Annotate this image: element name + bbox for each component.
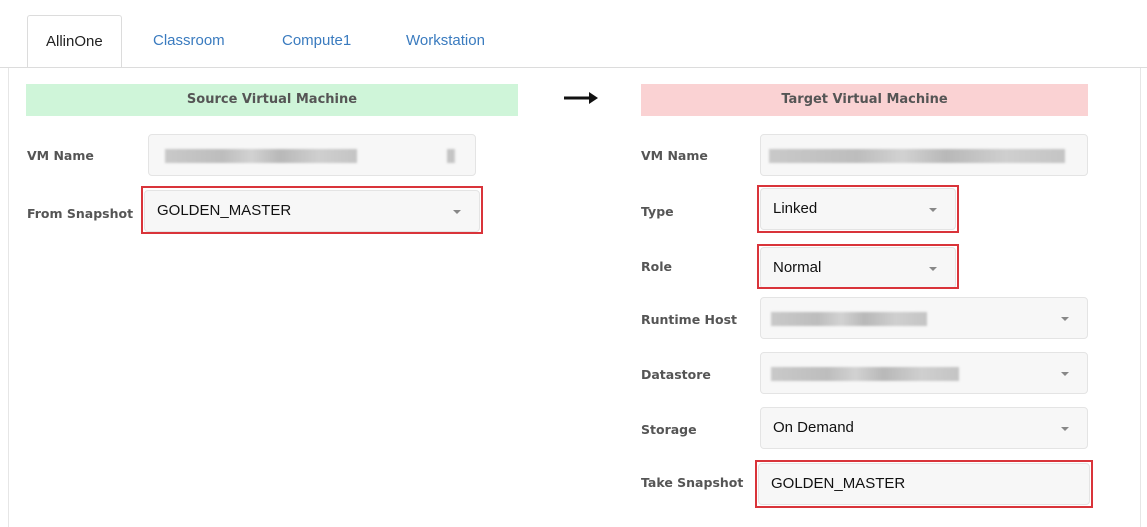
from-snapshot-select[interactable]: GOLDEN_MASTER bbox=[144, 190, 480, 232]
role-label: Role bbox=[641, 259, 672, 274]
role-select[interactable]: Normal bbox=[760, 247, 956, 289]
type-label: Type bbox=[641, 204, 674, 219]
storage-label: Storage bbox=[641, 422, 697, 437]
from-snapshot-value: GOLDEN_MASTER bbox=[157, 202, 292, 219]
tab-classroom[interactable]: Classroom bbox=[153, 32, 225, 49]
datastore-select[interactable] bbox=[760, 352, 1088, 394]
caret-down-icon bbox=[1061, 372, 1069, 376]
target-vm-header: Target Virtual Machine bbox=[641, 84, 1088, 116]
type-value: Linked bbox=[773, 200, 818, 217]
tab-bar: AllinOne Classroom Compute1 Workstation bbox=[0, 0, 1147, 68]
tab-workstation[interactable]: Workstation bbox=[406, 32, 485, 49]
take-snapshot-value: GOLDEN_MASTER bbox=[771, 475, 906, 492]
caret-down-icon bbox=[1061, 317, 1069, 321]
caret-down-icon bbox=[929, 208, 937, 212]
caret-down-icon bbox=[929, 267, 937, 271]
source-vm-name-label: VM Name bbox=[27, 148, 94, 163]
redacted-value bbox=[165, 149, 357, 163]
redacted-value bbox=[447, 149, 455, 163]
right-arrow-icon bbox=[564, 92, 598, 104]
datastore-label: Datastore bbox=[641, 367, 711, 382]
tab-compute1[interactable]: Compute1 bbox=[282, 32, 351, 49]
target-vm-name-field[interactable] bbox=[760, 134, 1088, 176]
tab-allinone[interactable]: AllinOne bbox=[27, 15, 122, 68]
caret-down-icon bbox=[453, 210, 461, 214]
redacted-value bbox=[771, 312, 927, 326]
role-value: Normal bbox=[773, 259, 822, 276]
take-snapshot-label: Take Snapshot bbox=[641, 475, 744, 490]
redacted-value bbox=[769, 149, 1065, 163]
runtime-host-select[interactable] bbox=[760, 297, 1088, 339]
source-vm-name-field[interactable] bbox=[148, 134, 476, 176]
panel-right-border bbox=[1140, 68, 1141, 527]
from-snapshot-label: From Snapshot bbox=[27, 206, 134, 221]
panel-left-border bbox=[8, 68, 9, 527]
storage-select[interactable]: On Demand bbox=[760, 407, 1088, 449]
caret-down-icon bbox=[1061, 427, 1069, 431]
source-vm-header: Source Virtual Machine bbox=[26, 84, 518, 116]
type-select[interactable]: Linked bbox=[760, 188, 956, 230]
take-snapshot-input[interactable]: GOLDEN_MASTER bbox=[758, 463, 1090, 505]
target-vm-name-label: VM Name bbox=[641, 148, 708, 163]
tab-divider bbox=[0, 67, 1147, 68]
runtime-host-label: Runtime Host bbox=[641, 312, 738, 327]
redacted-value bbox=[771, 367, 959, 381]
storage-value: On Demand bbox=[773, 419, 854, 436]
